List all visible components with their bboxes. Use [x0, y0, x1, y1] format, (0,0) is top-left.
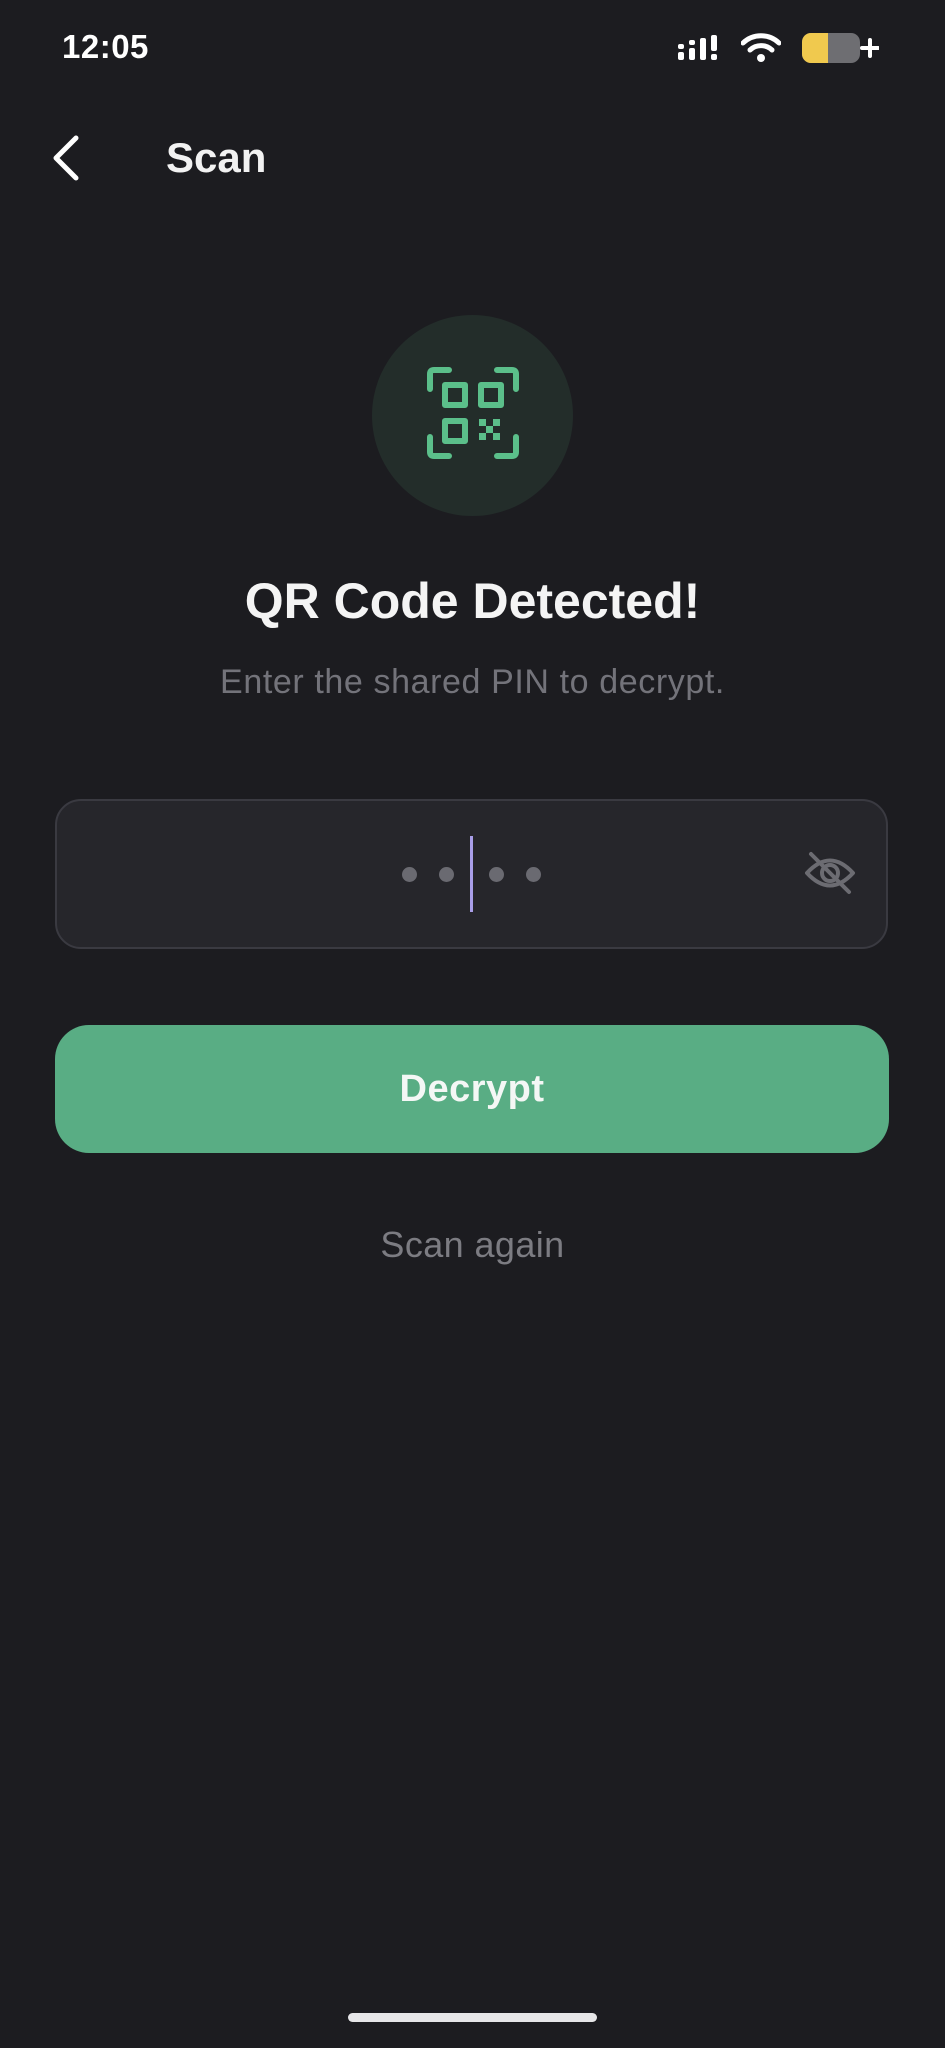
detected-title: QR Code Detected! [244, 573, 701, 629]
battery-charging-icon [801, 31, 879, 65]
cellular-signal-icon [677, 34, 721, 62]
text-caret [470, 836, 473, 912]
pin-dot [526, 866, 541, 882]
back-button[interactable] [38, 128, 94, 192]
pin-dot [402, 866, 417, 882]
toggle-visibility-button[interactable] [802, 849, 858, 901]
status-icons [677, 28, 879, 68]
status-time: 12:05 [62, 28, 149, 65]
eye-off-icon [804, 850, 856, 901]
page-title: Scan [166, 134, 267, 181]
pin-dot [489, 866, 504, 882]
qr-icon-container [372, 315, 573, 516]
home-indicator[interactable] [348, 2013, 597, 2022]
pin-instruction: Enter the shared PIN to decrypt. [220, 663, 725, 701]
chevron-left-icon [51, 135, 81, 186]
pin-dots [57, 801, 886, 947]
qr-code-icon [426, 367, 519, 464]
decrypt-button[interactable]: Decrypt [55, 1025, 889, 1153]
pin-dot [439, 866, 454, 882]
pin-input[interactable] [55, 799, 888, 949]
wifi-icon [741, 33, 781, 63]
scan-screen: 12:05 Scan QR Code Detected! Enter the s… [0, 0, 945, 2048]
scan-again-link[interactable]: Scan again [0, 1224, 945, 1266]
